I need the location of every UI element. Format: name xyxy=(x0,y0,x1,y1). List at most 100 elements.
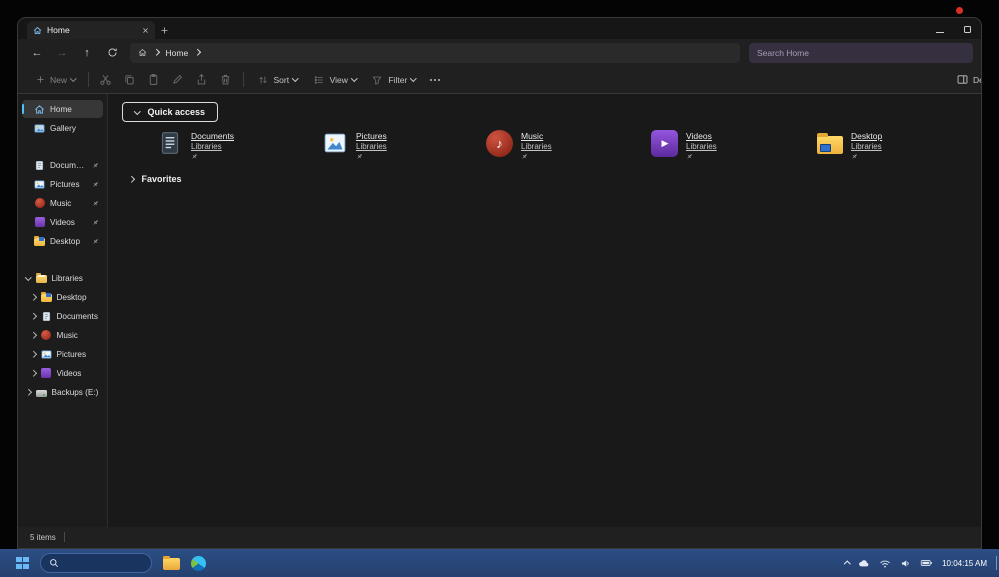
gallery-icon xyxy=(34,123,45,134)
taskbar-browser-icon[interactable] xyxy=(190,555,206,571)
filter-icon xyxy=(370,69,384,91)
details-pane-button[interactable]: Details xyxy=(956,66,981,93)
sidebar-item-label: Pictures xyxy=(56,349,87,359)
chevron-down-icon xyxy=(292,75,299,82)
forward-icon: → xyxy=(56,46,68,59)
forward-button[interactable]: → xyxy=(51,43,73,63)
chevron-right-icon[interactable] xyxy=(30,369,37,377)
filter-button-label: Filter xyxy=(388,74,408,85)
file-list-area: Quick access Documents Libraries Picture… xyxy=(108,94,981,527)
item-name: Pictures xyxy=(356,130,387,141)
desktop-icon xyxy=(40,291,52,303)
documents-library-icon xyxy=(156,130,183,157)
quick-access-item-music[interactable]: ♪ Music Libraries xyxy=(486,129,651,160)
new-tab-button[interactable] xyxy=(155,21,173,39)
tab-close-icon[interactable] xyxy=(142,27,149,34)
pin-icon xyxy=(92,162,99,169)
share-button[interactable] xyxy=(190,69,214,91)
documents-icon xyxy=(34,160,45,171)
taskbar: 10:04:15 AM xyxy=(0,549,999,577)
volume-icon[interactable] xyxy=(900,558,911,569)
window-controls xyxy=(936,21,971,36)
sidebar-item-backups-drive[interactable]: Backups (E:) xyxy=(22,383,103,401)
copy-button[interactable] xyxy=(118,69,142,91)
sidebar-item-pictures-pinned[interactable]: Pictures xyxy=(22,175,103,193)
pictures-icon xyxy=(34,179,45,190)
sidebar-item-documents-pinned[interactable]: Documents xyxy=(22,156,103,174)
pin-icon xyxy=(92,181,99,188)
paste-button[interactable] xyxy=(142,69,166,91)
tab-home[interactable]: Home xyxy=(27,21,155,39)
refresh-button[interactable] xyxy=(101,43,123,63)
view-button[interactable]: View xyxy=(305,69,364,91)
breadcrumb-home-icon[interactable] xyxy=(138,48,147,57)
quick-access-item-documents[interactable]: Documents Libraries xyxy=(156,130,321,160)
breadcrumb-chevron-icon[interactable] xyxy=(153,49,160,56)
search-input[interactable] xyxy=(749,47,973,58)
item-name: Videos xyxy=(686,130,712,141)
toolbar-separator xyxy=(242,72,244,87)
music-note-glyph: ♪ xyxy=(496,135,503,151)
navigation-pane: Home Gallery Documents xyxy=(18,94,108,527)
sidebar-item-home[interactable]: Home xyxy=(22,100,103,118)
wifi-icon[interactable] xyxy=(879,558,891,569)
delete-button[interactable] xyxy=(214,69,238,91)
tray-overflow-chevron-icon[interactable] xyxy=(843,561,851,568)
sidebar-item-libraries-videos[interactable]: Videos xyxy=(22,364,103,382)
sidebar-item-libraries-desktop[interactable]: Desktop xyxy=(22,288,103,306)
item-location: Libraries xyxy=(686,141,717,151)
battery-icon[interactable] xyxy=(920,558,933,568)
show-desktop-button[interactable] xyxy=(996,556,997,570)
item-location: Libraries xyxy=(191,141,222,151)
quick-access-section-header[interactable]: Quick access xyxy=(122,101,219,122)
cut-button[interactable] xyxy=(94,69,118,91)
taskbar-clock[interactable]: 10:04:15 AM xyxy=(942,559,987,568)
quick-access-item-desktop[interactable]: Desktop Libraries xyxy=(816,130,981,160)
chevron-right-icon[interactable] xyxy=(30,331,37,339)
home-icon xyxy=(34,104,45,115)
filter-button[interactable]: Filter xyxy=(363,69,422,91)
quick-access-item-pictures[interactable]: Pictures Libraries xyxy=(321,130,486,160)
sidebar-item-label: Gallery xyxy=(50,123,76,133)
sidebar-item-music-pinned[interactable]: Music xyxy=(22,194,103,212)
chevron-down-icon xyxy=(350,75,358,82)
sort-button-label: Sort xyxy=(273,74,290,85)
sidebar-item-libraries-pictures[interactable]: Pictures xyxy=(22,345,103,363)
favorites-section-header[interactable]: Favorites xyxy=(128,174,182,184)
videos-library-icon: ▶ xyxy=(651,129,678,157)
more-options-button[interactable] xyxy=(423,69,447,91)
pin-icon xyxy=(92,238,99,245)
sidebar-item-libraries-music[interactable]: Music xyxy=(22,326,103,344)
tab-strip: Home xyxy=(18,18,981,39)
breadcrumb-chevron-icon[interactable] xyxy=(194,49,201,56)
sidebar-item-libraries-documents[interactable]: Documents xyxy=(22,307,103,325)
search-icon xyxy=(49,558,59,568)
sidebar-item-desktop-pinned[interactable]: Desktop xyxy=(22,232,103,250)
breadcrumb-segment-home[interactable]: Home xyxy=(166,48,189,58)
chevron-right-icon[interactable] xyxy=(30,293,37,301)
onedrive-cloud-icon[interactable] xyxy=(858,558,870,568)
minimize-button[interactable] xyxy=(936,20,944,38)
sidebar-item-libraries[interactable]: Libraries xyxy=(22,269,103,287)
sort-icon xyxy=(256,69,270,91)
start-button[interactable] xyxy=(16,556,29,570)
sort-button[interactable]: Sort xyxy=(249,69,305,91)
chevron-right-icon[interactable] xyxy=(30,312,37,320)
taskbar-search-box[interactable] xyxy=(39,553,152,573)
pin-icon xyxy=(521,153,552,160)
sidebar-item-videos-pinned[interactable]: Videos xyxy=(22,213,103,231)
back-button[interactable]: ← xyxy=(26,43,48,63)
taskbar-file-explorer-icon[interactable] xyxy=(162,555,180,570)
new-button[interactable]: New xyxy=(28,69,83,91)
chevron-right-icon[interactable] xyxy=(30,350,37,358)
up-button[interactable]: ↑ xyxy=(76,43,98,63)
chevron-down-icon[interactable] xyxy=(25,273,32,281)
command-bar: New Sort View Filter D xyxy=(18,66,981,94)
rename-button[interactable] xyxy=(166,69,190,91)
chevron-right-icon[interactable] xyxy=(25,388,32,396)
maximize-button[interactable] xyxy=(964,20,971,38)
sidebar-item-gallery[interactable]: Gallery xyxy=(22,119,103,137)
tab-title: Home xyxy=(47,25,70,35)
quick-access-item-videos[interactable]: ▶ Videos Libraries xyxy=(651,129,816,160)
pin-icon xyxy=(356,153,387,160)
